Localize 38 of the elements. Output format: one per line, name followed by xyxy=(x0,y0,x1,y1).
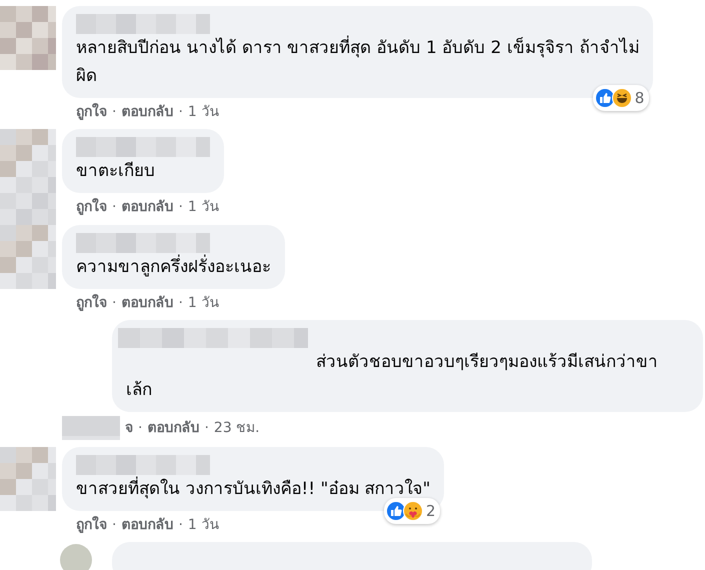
comment-text: ส่วนตัวชอบขาอวบๆเรียวๆมองแร้วมีเสน่กว่าขา เล้ก xyxy=(126,351,659,402)
avatar xyxy=(60,544,92,570)
separator-dot: · xyxy=(112,294,116,313)
separator-dot: · xyxy=(112,103,116,122)
comment-time[interactable]: 23 ชม. xyxy=(214,418,260,438)
action-link[interactable]: ตอบกลับ xyxy=(121,102,174,122)
separator-dot: · xyxy=(112,516,116,535)
action-link[interactable]: ตอบกลับ xyxy=(147,418,200,438)
action-link[interactable]: ถูกใจ xyxy=(76,197,107,217)
separator-dot: · xyxy=(178,294,183,313)
laughing-reaction-icon xyxy=(612,88,632,108)
action-link[interactable]: ตอบกลับ xyxy=(121,197,174,217)
separator-dot: · xyxy=(178,103,183,122)
blurred-avatar xyxy=(0,447,56,511)
reaction-badge[interactable]: 2 xyxy=(384,498,440,524)
like-reaction-icon xyxy=(386,500,406,521)
comment-time[interactable]: 1 วัน xyxy=(188,197,220,217)
comment-text: ขาตะเกียบ xyxy=(76,160,156,183)
action-link[interactable]: ถูกใจ xyxy=(76,102,107,122)
reaction-badge[interactable]: 8 xyxy=(592,84,650,111)
action-link[interactable]: ถูกใจ xyxy=(76,293,107,313)
blurred-avatar xyxy=(0,6,56,70)
separator-dot: · xyxy=(204,419,209,438)
action-link[interactable]: จ xyxy=(125,418,133,438)
separator-dot: · xyxy=(178,516,183,535)
action-link[interactable]: ถูกใจ xyxy=(76,515,107,535)
action-link[interactable]: ตอบกลับ xyxy=(121,515,174,535)
separator-dot: · xyxy=(112,198,116,217)
separator-dot: · xyxy=(178,198,183,217)
blurred-avatar xyxy=(62,416,120,440)
separator-dot: · xyxy=(138,419,142,438)
comment-time[interactable]: 1 วัน xyxy=(188,102,220,122)
comment-time[interactable]: 1 วัน xyxy=(188,515,220,535)
comment-text: ความขาลูกครึ่งฝรั่งอะเนอะ xyxy=(76,253,271,281)
like-reaction-icon xyxy=(594,88,615,108)
action-link[interactable]: ตอบกลับ xyxy=(121,293,174,313)
comment-time[interactable]: 1 วัน xyxy=(188,293,220,313)
hugging-reaction-icon xyxy=(402,500,423,521)
